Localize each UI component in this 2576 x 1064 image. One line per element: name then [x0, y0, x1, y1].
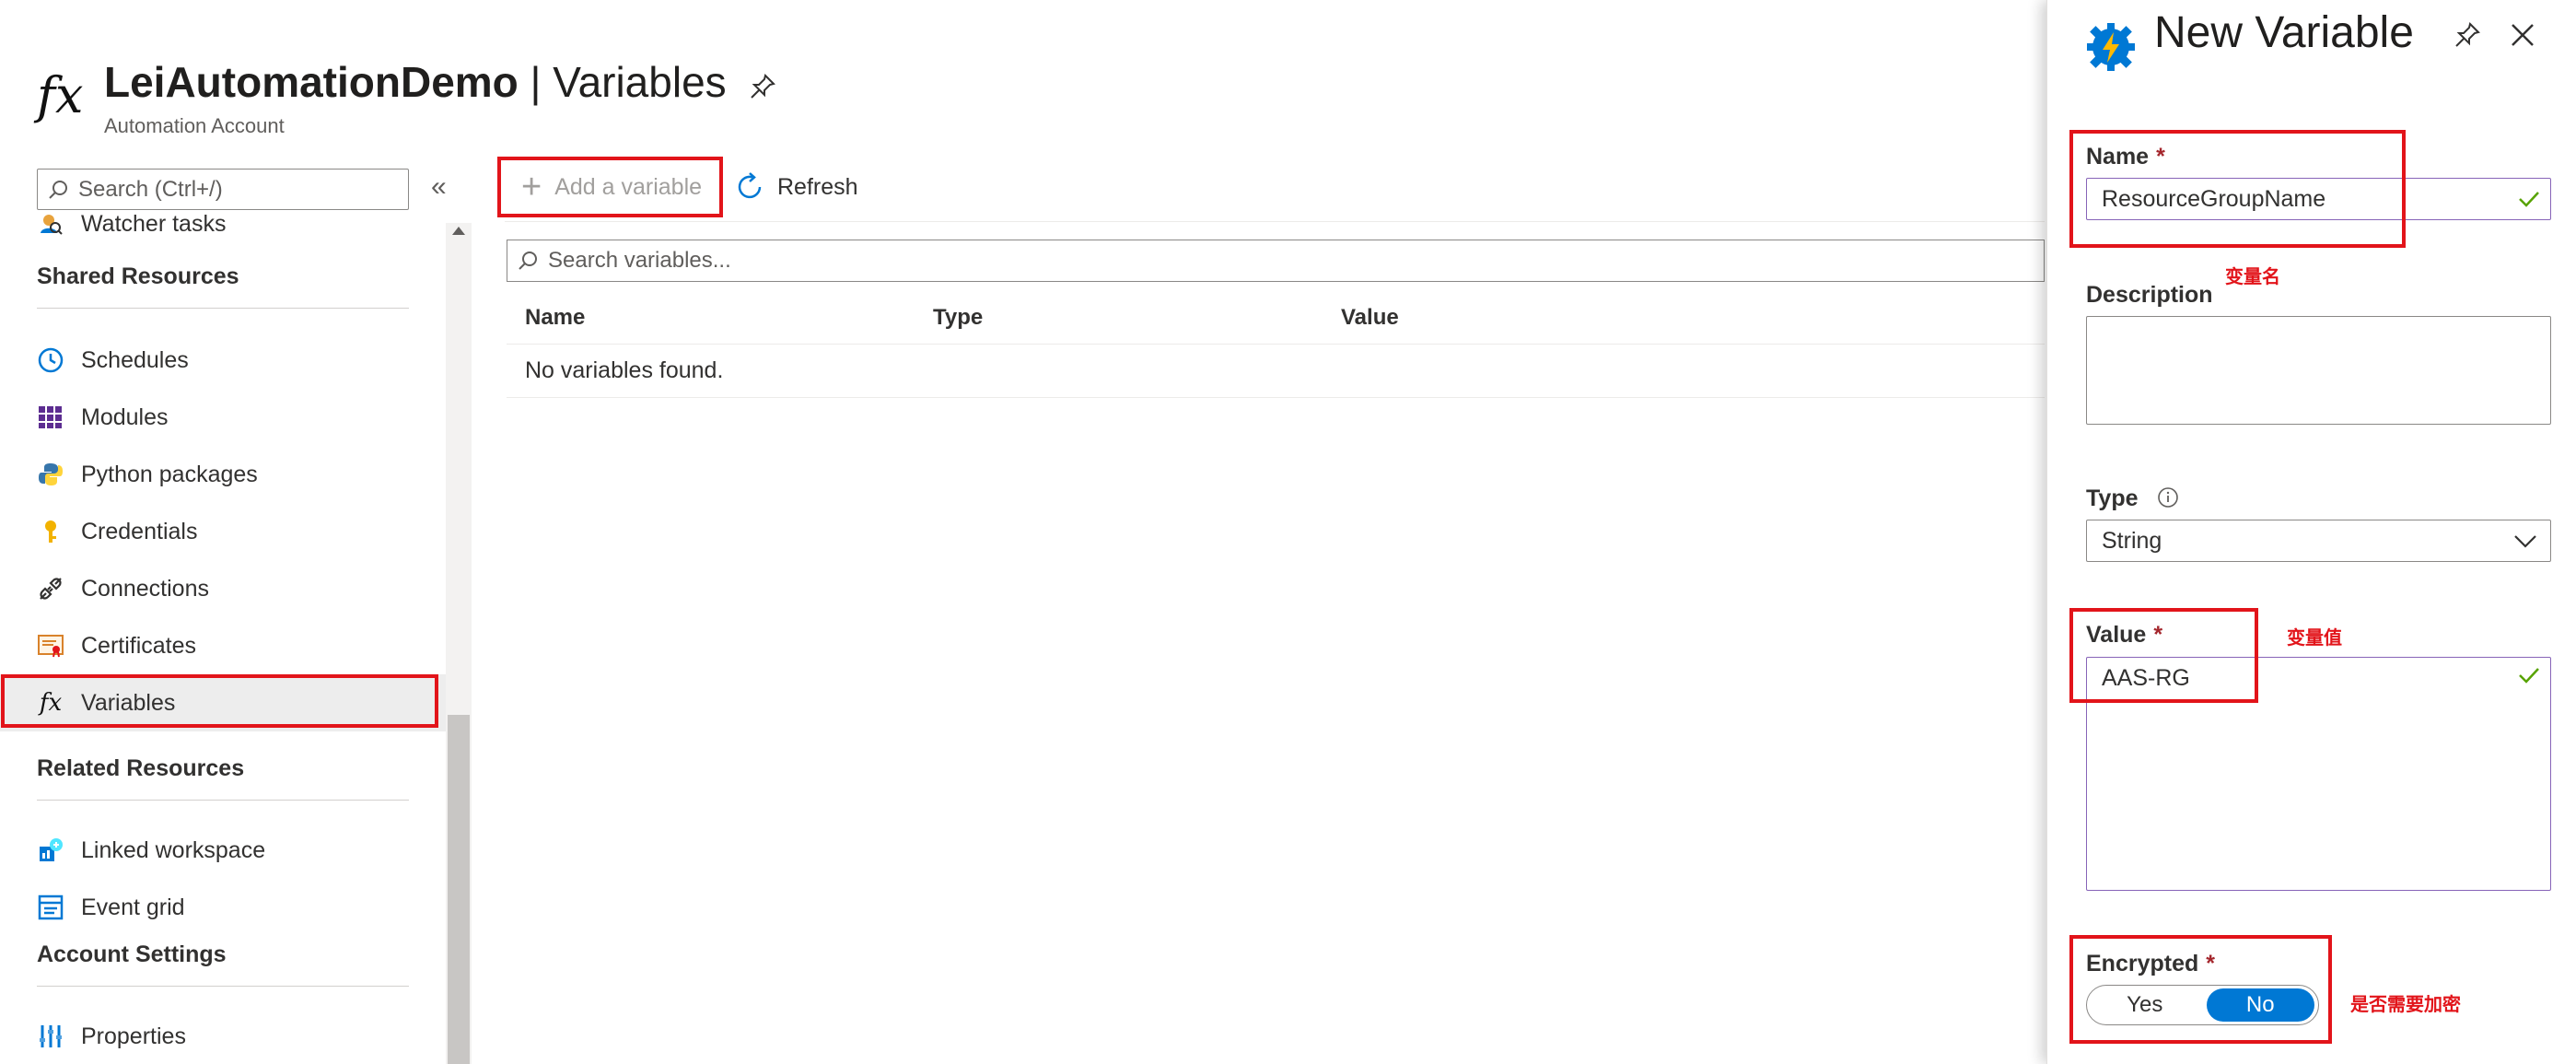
add-variable-button[interactable]: + Add a variable — [497, 157, 723, 217]
empty-state-row: No variables found. — [507, 345, 2045, 398]
menu-item-connections[interactable]: Connections — [0, 560, 446, 617]
new-variable-panel: New Variable Name * ResourceGroupName Des… — [2046, 0, 2576, 1064]
menu-list: Watcher tasks Shared Resources Schedules… — [0, 210, 446, 1064]
blade-header: fx LeiAutomationDemo | Variables Automat… — [0, 0, 2045, 157]
menu-item-label: Event grid — [81, 894, 185, 920]
pin-icon[interactable] — [2453, 20, 2482, 50]
refresh-button[interactable]: Refresh — [735, 157, 858, 217]
scroll-up-arrow-icon[interactable] — [452, 227, 465, 235]
plus-icon: + — [521, 168, 542, 206]
group-divider — [37, 800, 409, 801]
automation-gear-icon — [2087, 23, 2135, 71]
description-label: Description — [2086, 282, 2213, 308]
type-label: Type — [2086, 485, 2179, 512]
panel-title: New Variable — [2154, 8, 2414, 57]
variables-fx-icon: fx — [37, 66, 84, 124]
menu-item-label: Schedules — [81, 346, 189, 373]
menu-item-properties[interactable]: Properties — [0, 1008, 446, 1064]
value-highlight-box — [2069, 608, 2258, 703]
info-icon[interactable] — [2157, 486, 2179, 509]
group-heading-shared-resources: Shared Resources — [37, 263, 239, 289]
refresh-icon — [738, 172, 762, 199]
menu-item-schedules[interactable]: Schedules — [0, 332, 446, 389]
add-variable-label: Add a variable — [554, 173, 703, 200]
pin-icon[interactable] — [748, 72, 777, 101]
encrypted-highlight-box — [2069, 935, 2332, 1044]
group-divider — [37, 986, 409, 987]
menu-item-label: Modules — [81, 403, 169, 430]
menu-item-event-grid[interactable]: Event grid — [0, 879, 446, 936]
menu-item-linked-workspace[interactable]: Linked workspace — [0, 822, 446, 879]
column-header-name[interactable]: Name — [525, 291, 585, 345]
encrypted-annotation: 是否需要加密 — [2350, 993, 2461, 1015]
certificate-icon — [37, 632, 64, 660]
command-bar-divider — [505, 221, 2045, 222]
checkmark-icon — [2519, 192, 2539, 207]
menu-item-label: Credentials — [81, 518, 198, 544]
type-dropdown[interactable]: String — [2086, 520, 2551, 562]
variables-highlight-box — [1, 674, 438, 728]
variables-table: Name Type Value No variables found. — [507, 291, 2045, 398]
checkmark-icon — [2519, 668, 2539, 684]
menu-item-modules[interactable]: Modules — [0, 389, 446, 446]
page-title: LeiAutomationDemo | Variables — [104, 57, 727, 107]
collapse-menu-icon[interactable]: « — [431, 171, 447, 203]
modules-icon — [37, 403, 64, 431]
description-textarea[interactable] — [2086, 316, 2551, 425]
variable-search-placeholder: Search variables... — [548, 248, 731, 273]
menu-search-placeholder: Search (Ctrl+/) — [78, 176, 223, 202]
properties-icon — [37, 1023, 64, 1050]
menu-item-label: Connections — [81, 575, 209, 602]
type-selected-value: String — [2102, 527, 2162, 554]
column-header-value[interactable]: Value — [1341, 291, 1399, 345]
search-icon — [519, 251, 537, 270]
eventgrid-icon — [37, 894, 64, 921]
resource-menu: Search (Ctrl+/) « Watcher tasks Shared R… — [0, 157, 472, 1064]
variable-search-input[interactable]: Search variables... — [507, 240, 2045, 282]
value-annotation: 变量值 — [2287, 626, 2342, 649]
menu-scrollbar-thumb[interactable] — [448, 715, 470, 1064]
group-heading-related-resources: Related Resources — [37, 755, 245, 781]
group-heading-account-settings: Account Settings — [37, 941, 227, 967]
search-icon — [49, 180, 67, 199]
command-bar: + Add a variable Refresh — [497, 157, 2045, 221]
menu-search-input[interactable]: Search (Ctrl+/) — [37, 169, 409, 210]
menu-item-credentials[interactable]: Credentials — [0, 503, 446, 560]
menu-item-python-packages[interactable]: Python packages — [0, 446, 446, 503]
page-title-account: LeiAutomationDemo — [104, 58, 519, 106]
menu-item-label: Python packages — [81, 461, 258, 487]
close-icon[interactable] — [2508, 20, 2537, 50]
menu-item-label: Certificates — [81, 632, 197, 659]
menu-item-certificates[interactable]: Certificates — [0, 617, 446, 674]
watcher-icon — [37, 210, 64, 238]
clock-icon — [37, 346, 64, 374]
group-divider — [37, 308, 409, 309]
table-header: Name Type Value — [507, 291, 2045, 345]
column-header-type[interactable]: Type — [933, 291, 983, 345]
menu-item-watcher-tasks[interactable]: Watcher tasks — [0, 210, 446, 252]
menu-item-label: Linked workspace — [81, 836, 266, 863]
menu-item-label: Properties — [81, 1023, 186, 1049]
page-title-separator: | — [518, 58, 554, 106]
page-title-section: Variables — [553, 58, 727, 106]
menu-item-label: Watcher tasks — [81, 210, 227, 237]
type-label-text: Type — [2086, 485, 2139, 511]
refresh-label: Refresh — [777, 173, 858, 200]
workspace-icon — [37, 836, 64, 864]
page-subtitle: Automation Account — [104, 114, 285, 137]
python-icon — [37, 461, 64, 488]
plug-icon — [37, 575, 64, 602]
chevron-down-icon — [2514, 535, 2536, 548]
key-icon — [37, 518, 64, 545]
name-annotation: 变量名 — [2225, 265, 2280, 287]
name-highlight-box — [2069, 130, 2406, 248]
